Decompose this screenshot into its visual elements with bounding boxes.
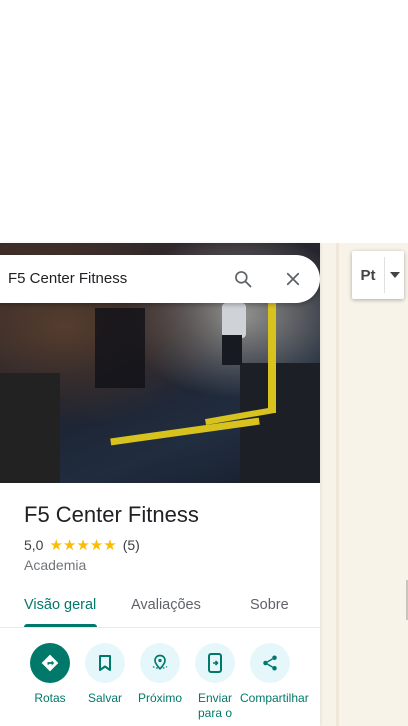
photo-detail [222, 335, 242, 365]
tab-bar: Visão geral Avaliações Sobre [0, 585, 320, 628]
map-road [336, 243, 339, 726]
send-to-phone-button[interactable]: Enviar para o [185, 643, 245, 721]
photo-detail [95, 308, 145, 388]
action-bar: Rotas Salvar Próximo Enviar para o Compa [0, 643, 320, 726]
review-count[interactable]: (5) [123, 537, 140, 553]
photo-detail [222, 303, 246, 338]
tab-overview[interactable]: Visão geral [24, 597, 96, 613]
send-to-phone-icon [195, 643, 235, 683]
photo-detail [110, 417, 260, 446]
place-category[interactable]: Academia [24, 557, 86, 573]
star-rating-icon: ★★★★★ [49, 537, 117, 554]
place-title: F5 Center Fitness [24, 502, 199, 527]
map-type-label: Pt [360, 266, 376, 284]
blank-area [0, 0, 408, 243]
active-tab-indicator [24, 624, 97, 627]
share-label: Compartilhar [240, 691, 309, 705]
nearby-button[interactable]: Próximo [130, 643, 190, 706]
map-canvas[interactable] [320, 243, 408, 726]
place-panel: F5 Center Fitness F5 Center Fitness 5,0 … [0, 243, 320, 726]
nearby-label: Próximo [137, 691, 182, 705]
tab-about[interactable]: Sobre [250, 597, 289, 613]
save-label: Salvar [87, 691, 122, 705]
bookmark-icon [85, 643, 125, 683]
directions-icon [30, 643, 70, 683]
photo-detail [268, 303, 276, 413]
share-button[interactable]: Compartilhar [240, 643, 309, 706]
photo-detail [0, 373, 60, 483]
search-box[interactable]: F5 Center Fitness [0, 255, 320, 303]
rating-row[interactable]: 5,0 ★★★★★ (5) [24, 536, 140, 554]
rating-value: 5,0 [24, 537, 44, 553]
directions-button[interactable]: Rotas [20, 643, 80, 706]
share-icon [250, 643, 290, 683]
search-icon[interactable] [231, 267, 255, 291]
close-icon[interactable] [281, 267, 305, 291]
map-type-button[interactable]: Pt [352, 251, 404, 299]
send-to-phone-label: Enviar para o [197, 691, 233, 720]
caret-down-icon[interactable] [385, 272, 404, 278]
nearby-icon [140, 643, 180, 683]
tab-reviews[interactable]: Avaliações [131, 597, 201, 613]
save-button[interactable]: Salvar [75, 643, 135, 706]
search-input[interactable]: F5 Center Fitness [8, 255, 127, 303]
directions-label: Rotas [34, 691, 66, 705]
